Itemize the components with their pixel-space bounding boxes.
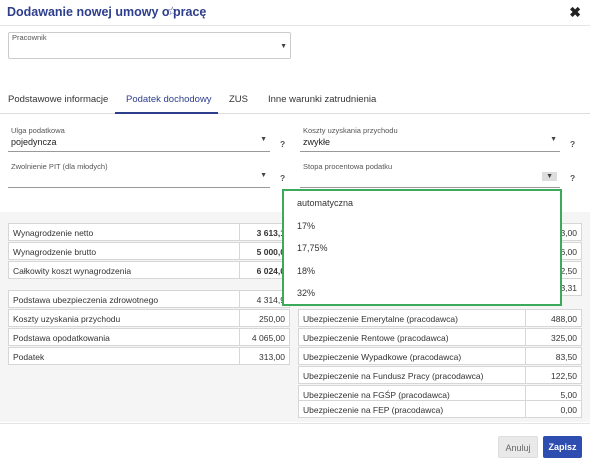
chevron-down-icon: ▼: [542, 172, 557, 181]
dropdown-option-automatic[interactable]: automatyczna: [297, 198, 353, 208]
help-icon[interactable]: ?: [280, 139, 285, 149]
employee-select[interactable]: Pracownik ▼: [8, 32, 291, 59]
table-row: Ubezpieczenie Rentowe (pracodawca) 325,00: [298, 328, 582, 346]
dropdown-option-17-75[interactable]: 17,75%: [297, 243, 328, 253]
tax-relief-label: Ulga podatkowa: [11, 126, 65, 135]
table-row: Ubezpieczenie Wypadkowe (pracodawca) 83,5…: [298, 347, 582, 365]
close-icon[interactable]: ✖: [569, 4, 581, 21]
employee-label: Pracownik: [12, 33, 47, 42]
table-row: Podstawa opodatkowania 4 065,00: [8, 328, 290, 346]
tab-basic-info[interactable]: Podstawowe informacje: [8, 94, 108, 105]
dialog-footer: Anuluj Zapisz: [0, 423, 590, 465]
table-row: Wynagrodzenie brutto 5 000,0: [8, 242, 290, 260]
chevron-down-icon: ▼: [280, 43, 287, 50]
star-icon[interactable]: ☆: [167, 4, 178, 18]
income-costs-value: zwykłe: [303, 137, 331, 147]
help-icon[interactable]: ?: [570, 139, 575, 149]
table-row: Ubezpieczenie Emerytalne (pracodawca) 488…: [298, 309, 582, 327]
chevron-down-icon: ▼: [260, 136, 267, 143]
tax-relief-value: pojedyncza: [11, 137, 57, 147]
tab-other-conditions[interactable]: Inne warunki zatrudnienia: [268, 94, 376, 105]
tab-zus[interactable]: ZUS: [229, 94, 248, 105]
tax-rate-dropdown: automatyczna 17% 17,75% 18% 32%: [282, 189, 562, 306]
tab-bar: Podstawowe informacje Podatek dochodowy …: [0, 86, 590, 114]
active-tab-indicator: [115, 112, 218, 114]
pit-exemption-select[interactable]: Zwolnienie PIT (dla młodych) ▼: [8, 162, 270, 188]
tax-rate-label: Stopa procentowa podatku: [303, 162, 393, 171]
tax-rate-select[interactable]: Stopa procentowa podatku ▼: [300, 162, 560, 188]
table-row: Wynagrodzenie netto 3 613,1: [8, 223, 290, 241]
help-icon[interactable]: ?: [280, 173, 285, 183]
tax-relief-select[interactable]: Ulga podatkowa pojedyncza ▼: [8, 126, 270, 152]
dropdown-option-32[interactable]: 32%: [297, 288, 315, 298]
save-button[interactable]: Zapisz: [543, 436, 582, 458]
table-row: Koszty uzyskania przychodu 250,00: [8, 309, 290, 327]
table-row: Całkowity koszt wynagrodzenia 6 024,0: [8, 261, 290, 279]
table-row: Podatek 313,00: [8, 347, 290, 365]
dropdown-option-18[interactable]: 18%: [297, 266, 315, 276]
table-row: Ubezpieczenie na Fundusz Pracy (pracodaw…: [298, 366, 582, 384]
income-costs-label: Koszty uzyskania przychodu: [303, 126, 398, 135]
table-row: Podstawa ubezpieczenia zdrowotnego 4 314,…: [8, 290, 290, 308]
dialog-header: Dodawanie nowej umowy o pracę ☆ ✖: [0, 0, 590, 26]
pit-exemption-label: Zwolnienie PIT (dla młodych): [11, 162, 108, 171]
chevron-down-icon: ▼: [550, 136, 557, 143]
chevron-down-icon: ▼: [260, 172, 267, 179]
cancel-button[interactable]: Anuluj: [498, 436, 538, 458]
dropdown-option-17[interactable]: 17%: [297, 221, 315, 231]
help-icon[interactable]: ?: [570, 173, 575, 183]
table-row: Ubezpieczenie na FEP (pracodawca) 0,00: [298, 400, 582, 418]
income-costs-select[interactable]: Koszty uzyskania przychodu zwykłe ▼: [300, 126, 560, 152]
tab-income-tax[interactable]: Podatek dochodowy: [126, 94, 212, 105]
